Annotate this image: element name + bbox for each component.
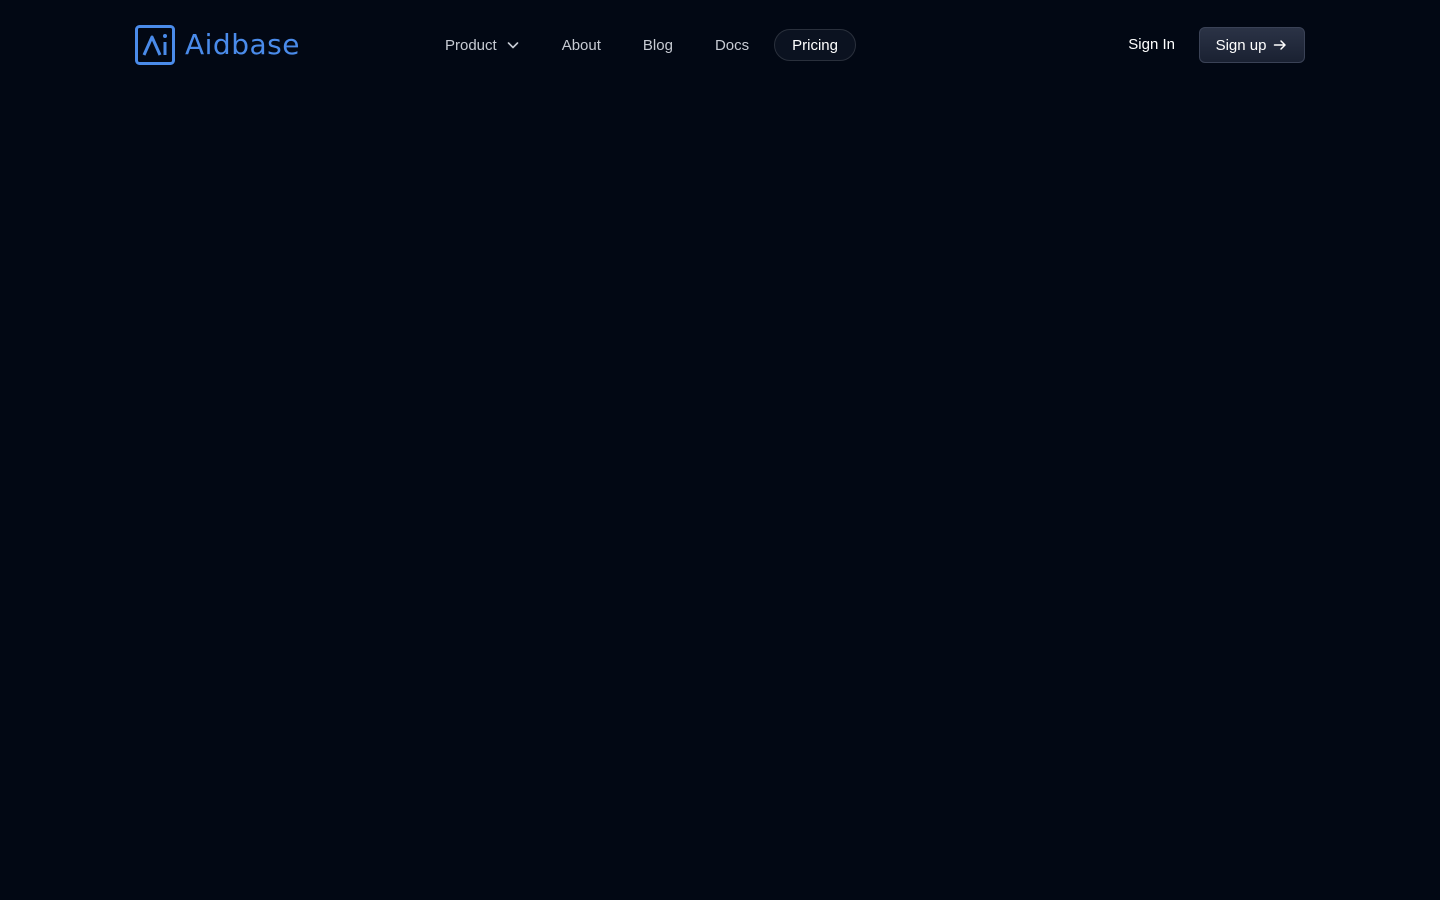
nav-item-label: Product: [445, 36, 497, 54]
logo-link[interactable]: Aidbase: [135, 25, 300, 65]
page: Aidbase Product About Blog Docs Pricing: [0, 0, 1440, 900]
site-header: Aidbase Product About Blog Docs Pricing: [0, 0, 1440, 90]
nav-item-label: Docs: [714, 36, 750, 54]
nav-item-docs[interactable]: Docs: [698, 29, 766, 61]
sign-up-button[interactable]: Sign up: [1199, 27, 1305, 63]
nav-item-product[interactable]: Product: [428, 29, 537, 61]
nav-item-about[interactable]: About: [545, 29, 618, 61]
chevron-down-icon: [507, 42, 519, 49]
nav-item-blog[interactable]: Blog: [626, 29, 690, 61]
arrow-right-icon: [1274, 40, 1287, 50]
nav-item-label: Blog: [642, 36, 673, 54]
nav-item-pricing[interactable]: Pricing: [774, 29, 856, 61]
brand-name: Aidbase: [185, 28, 300, 61]
main-nav: Product About Blog Docs Pricing: [428, 29, 856, 61]
nav-item-label: Pricing: [792, 36, 838, 54]
sign-in-link[interactable]: Sign In: [1122, 27, 1181, 63]
aidbase-logo-icon: [135, 25, 175, 65]
sign-up-label: Sign up: [1215, 36, 1267, 54]
nav-item-label: About: [561, 36, 601, 54]
auth-actions: Sign In Sign up: [1122, 27, 1305, 63]
